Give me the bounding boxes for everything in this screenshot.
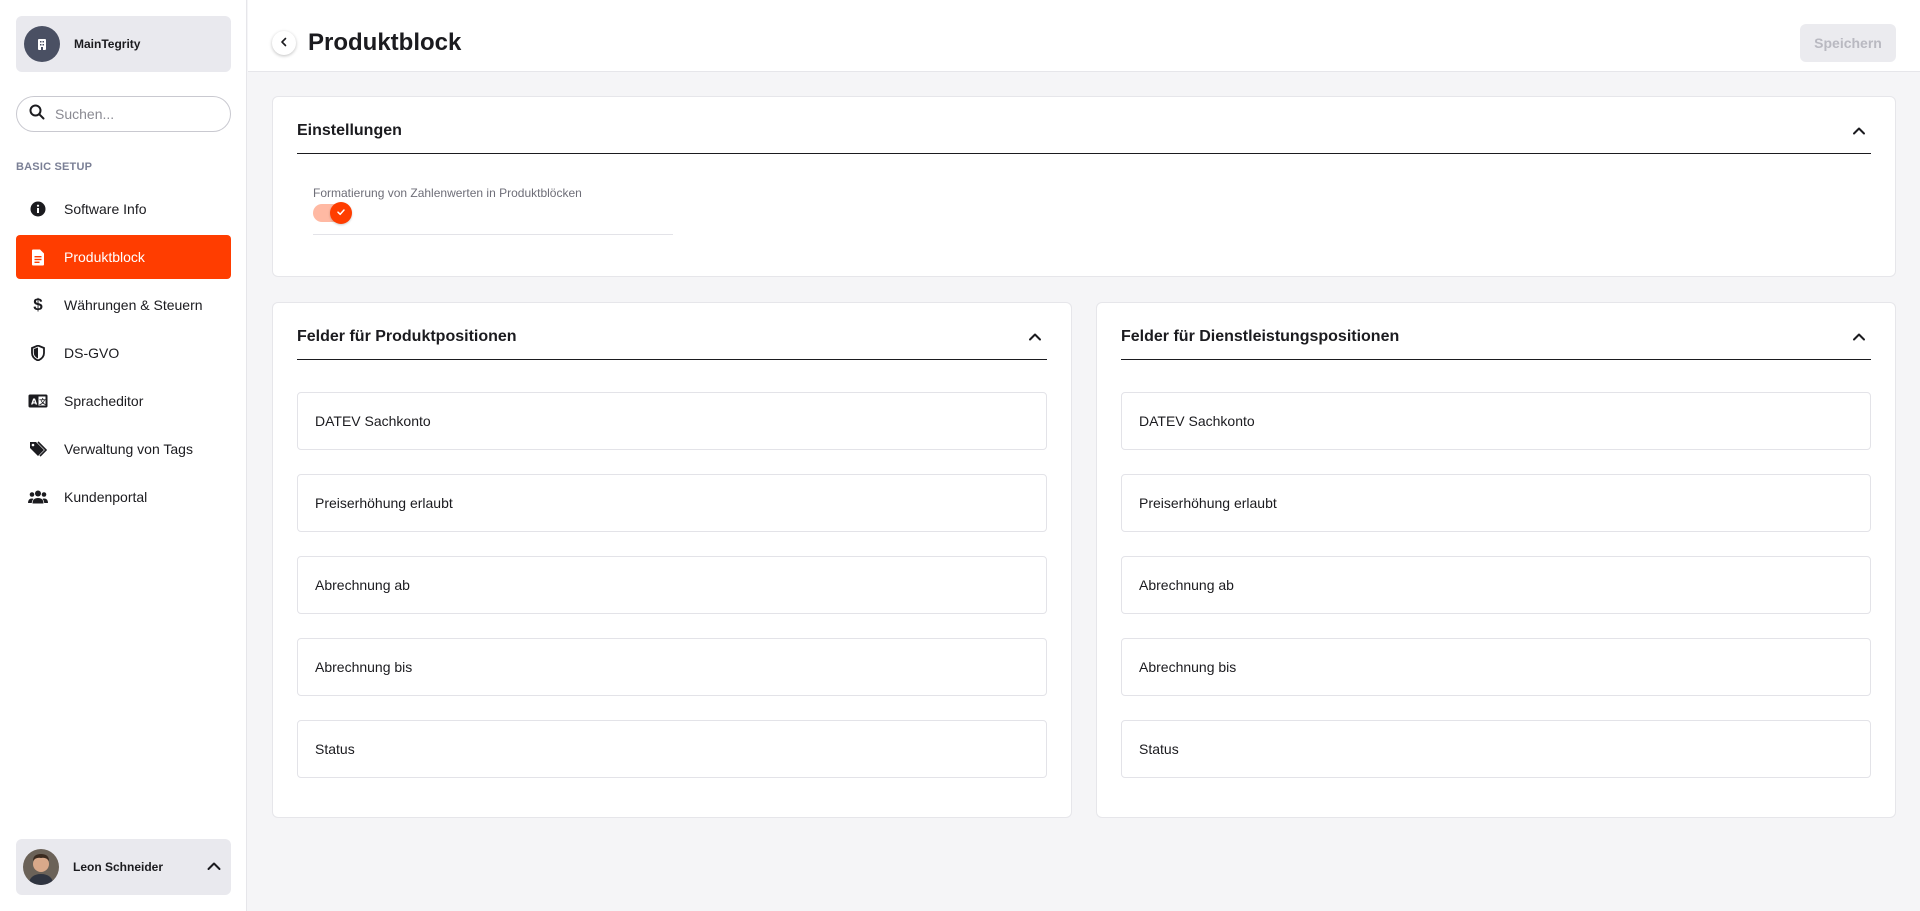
number-format-toggle[interactable] <box>313 201 353 224</box>
section-label-basic-setup: BASIC SETUP <box>16 161 93 173</box>
page-title: Produktblock <box>308 29 462 56</box>
back-button[interactable] <box>272 31 296 55</box>
list-item[interactable]: Abrechnung ab <box>297 556 1047 614</box>
sidebar-item-label: Verwaltung von Tags <box>64 441 193 457</box>
search-box[interactable] <box>16 96 231 132</box>
sidebar-item-produktblock[interactable]: Produktblock <box>16 235 231 279</box>
dollar-icon: $ <box>33 295 43 314</box>
organization-switcher[interactable]: MainTegrity <box>16 16 231 72</box>
service-fields-title: Felder für Dienstleistungspositionen <box>1121 328 1400 345</box>
organization-name: MainTegrity <box>74 37 141 51</box>
list-item[interactable]: DATEV Sachkonto <box>297 392 1047 450</box>
sidebar-item-label: Software Info <box>64 201 147 217</box>
service-fields-card: Felder für Dienstleistungspositionen DAT… <box>1096 302 1896 818</box>
chevron-up-icon[interactable] <box>1851 123 1867 144</box>
list-item[interactable]: Preiserhöhung erlaubt <box>297 474 1047 532</box>
save-button[interactable]: Speichern <box>1800 24 1896 62</box>
sidebar-item-label: Kundenportal <box>64 489 148 505</box>
toggle-label: Formatierung von Zahlenwerten in Produkt… <box>313 186 582 200</box>
user-menu[interactable]: Leon Schneider <box>16 839 231 895</box>
service-fields-header[interactable]: Felder für Dienstleistungspositionen <box>1121 303 1871 360</box>
svg-text:A: A <box>31 398 38 407</box>
user-name: Leon Schneider <box>73 860 164 874</box>
document-icon <box>28 247 48 267</box>
settings-card-header[interactable]: Einstellungen <box>297 97 1871 154</box>
svg-text:文: 文 <box>39 397 47 406</box>
sidebar-item-label: DS-GVO <box>64 345 120 361</box>
sidebar-nav: Software Info Produktblock $ Währungen &… <box>16 187 231 523</box>
sidebar-item-label: Währungen & Steuern <box>64 297 203 313</box>
sidebar-item-spracheditor[interactable]: A文 Spracheditor <box>16 379 231 423</box>
sidebar-item-ds-gvo[interactable]: DS-GVO <box>16 331 231 375</box>
service-field-list: DATEV Sachkonto Preiserhöhung erlaubt Ab… <box>1121 392 1871 802</box>
chevron-up-icon[interactable] <box>1851 329 1867 350</box>
language-icon: A文 <box>28 391 48 411</box>
list-item[interactable]: Preiserhöhung erlaubt <box>1121 474 1871 532</box>
sidebar-item-verwaltung-von-tags[interactable]: Verwaltung von Tags <box>16 427 231 471</box>
sidebar-item-kundenportal[interactable]: Kundenportal <box>16 475 231 519</box>
chevron-left-icon <box>279 34 289 52</box>
chevron-up-icon[interactable] <box>1027 329 1043 350</box>
page-header: Produktblock Speichern <box>248 0 1920 72</box>
product-fields-title: Felder für Produktpositionen <box>297 328 517 345</box>
list-item[interactable]: DATEV Sachkonto <box>1121 392 1871 450</box>
building-icon <box>24 26 60 62</box>
settings-card: Einstellungen Formatierung von Zahlenwer… <box>272 96 1896 277</box>
tags-icon <box>28 439 48 459</box>
sidebar-item-waehrungen-steuern[interactable]: $ Währungen & Steuern <box>16 283 231 327</box>
list-item[interactable]: Abrechnung bis <box>1121 638 1871 696</box>
list-item[interactable]: Status <box>1121 720 1871 778</box>
sidebar-item-label: Produktblock <box>64 249 145 265</box>
chevron-up-icon[interactable] <box>205 857 223 880</box>
product-fields-header[interactable]: Felder für Produktpositionen <box>297 303 1047 360</box>
product-fields-card: Felder für Produktpositionen DATEV Sachk… <box>272 302 1072 818</box>
product-field-list: DATEV Sachkonto Preiserhöhung erlaubt Ab… <box>297 392 1047 802</box>
sidebar-item-software-info[interactable]: Software Info <box>16 187 231 231</box>
list-item[interactable]: Abrechnung bis <box>297 638 1047 696</box>
sidebar-item-label: Spracheditor <box>64 393 144 409</box>
shield-icon <box>28 343 48 363</box>
search-input[interactable] <box>55 106 205 122</box>
list-item[interactable]: Status <box>297 720 1047 778</box>
users-icon <box>28 487 48 507</box>
toggle-knob <box>330 202 352 224</box>
avatar <box>23 849 59 885</box>
settings-card-title: Einstellungen <box>297 122 402 139</box>
check-icon <box>336 204 346 222</box>
number-format-setting: Formatierung von Zahlenwerten in Produkt… <box>313 186 673 235</box>
info-icon <box>28 199 48 219</box>
list-item[interactable]: Abrechnung ab <box>1121 556 1871 614</box>
search-icon <box>29 104 45 125</box>
sidebar: MainTegrity BASIC SETUP Software Info Pr… <box>0 0 247 911</box>
